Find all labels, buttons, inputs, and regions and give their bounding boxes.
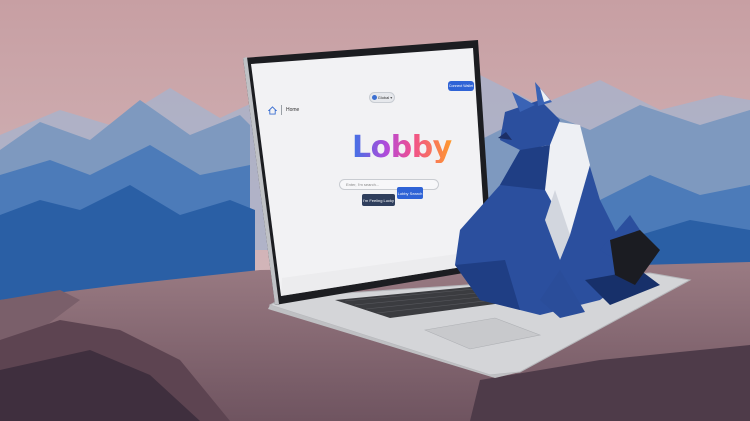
chevron-down-icon: ▾ — [390, 95, 393, 100]
region-select[interactable]: Global ▾ — [369, 92, 395, 103]
browser-screen: Home Global ▾ Connect Wallet Lobby Enter… — [0, 0, 750, 421]
search-placeholder: Enter, I'm search... — [346, 182, 380, 187]
nav-home-label: Home — [286, 107, 300, 113]
lobby-search-button[interactable]: Lobby Search — [397, 187, 423, 199]
search-input[interactable]: Enter, I'm search... — [339, 179, 439, 190]
nav-home[interactable]: Home — [268, 103, 299, 117]
connect-wallet-button[interactable]: Connect Wallet — [448, 81, 474, 91]
home-icon — [268, 105, 277, 115]
nav-divider — [281, 105, 282, 115]
feeling-lucky-button[interactable]: I'm Feeling Lucky — [362, 194, 395, 206]
lobby-logo: Lobby — [352, 130, 452, 165]
globe-icon — [371, 95, 377, 100]
region-label: Global — [377, 95, 390, 100]
